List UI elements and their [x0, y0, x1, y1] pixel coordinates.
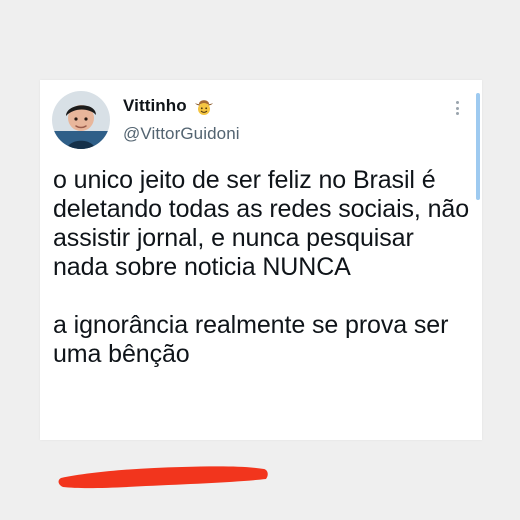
author-display-name[interactable]: Vittinho: [123, 96, 187, 116]
avatar-photo: [52, 91, 110, 149]
avatar[interactable]: [52, 91, 110, 149]
more-vertical-icon[interactable]: [452, 98, 462, 118]
redaction-mark: [58, 466, 268, 489]
tweet-text-paragraph-1: o unico jeito de ser feliz no Brasil é d…: [53, 166, 470, 281]
cowboy-face-icon: [194, 100, 213, 115]
author-handle[interactable]: @VittorGuidoni: [123, 124, 240, 144]
tweet-author-row[interactable]: Vittinho: [123, 96, 215, 116]
scroll-indicator: [476, 93, 480, 200]
tweet-text-paragraph-2: a ignorância realmente se prova ser uma …: [53, 311, 449, 368]
tweet-text: o unico jeito de ser feliz no Brasil é d…: [53, 166, 473, 369]
